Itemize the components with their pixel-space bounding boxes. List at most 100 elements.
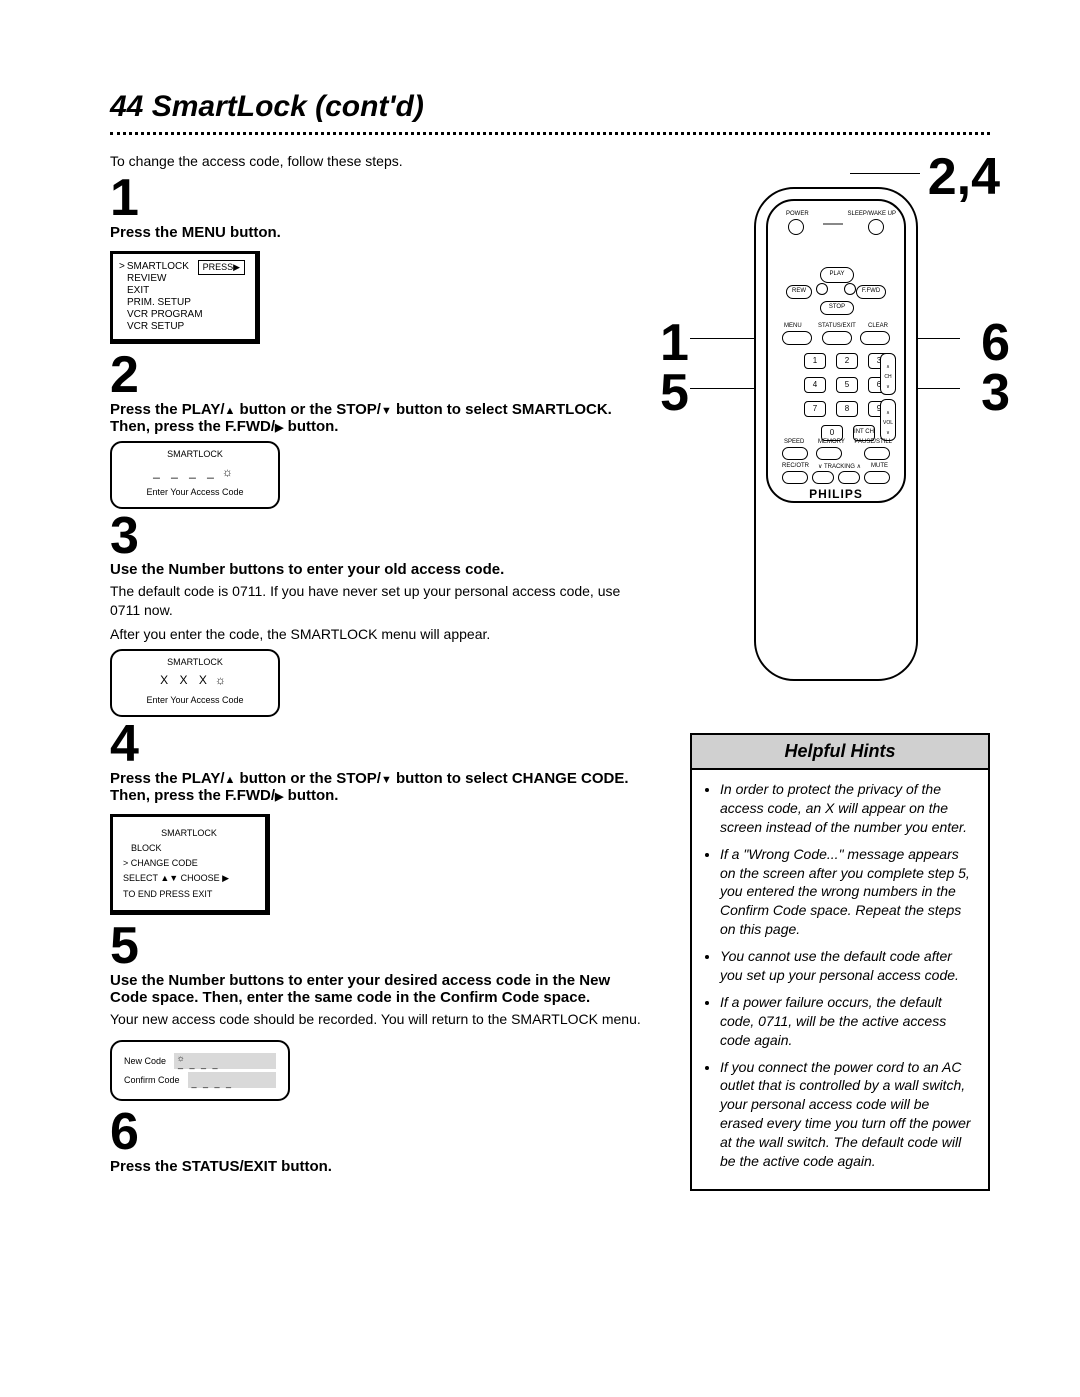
step3-body1: The default code is 0711. If you have ne… — [110, 582, 650, 618]
page-title: 44 SmartLock (cont'd) — [110, 90, 990, 124]
step2-number: 2 — [110, 352, 650, 399]
speed-button[interactable] — [782, 447, 808, 460]
remote-control-icon: POWER SLEEP/WAKE UP PLAY REW F.FWD STOP — [754, 187, 914, 677]
hint-item: You cannot use the default code after yo… — [720, 947, 974, 985]
step3-body2: After you enter the code, the SMARTLOCK … — [110, 625, 650, 643]
step1-menu-screenshot: PRESS▶ SMARTLOCK REVIEW EXIT PRIM. SETUP… — [110, 251, 260, 344]
key-5[interactable]: 5 — [836, 377, 858, 393]
mute-button[interactable] — [864, 471, 890, 484]
tracking-label: ∨ TRACKING ∧ — [818, 463, 861, 470]
step5-bold: Use the Number buttons to enter your des… — [110, 972, 650, 1006]
menu-title: SMARTLOCK — [123, 828, 255, 838]
step1-number: 1 — [110, 175, 650, 222]
callout-2-4: 2,4 — [928, 147, 1000, 207]
ffwd-button[interactable]: F.FWD — [856, 285, 886, 299]
menu-item: PRIM. SETUP — [121, 297, 247, 308]
helpful-hints-box: Helpful Hints In order to protect the pr… — [690, 733, 990, 1191]
sleep-button[interactable] — [868, 219, 884, 235]
up-arrow-icon — [225, 401, 236, 418]
step3-tv-screenshot: SMARTLOCK X X X Enter Your Access Code — [110, 649, 280, 717]
brand-logo: PHILIPS — [768, 487, 904, 501]
confirmcode-label: Confirm Code — [124, 1075, 180, 1085]
confirmcode-field — [188, 1072, 276, 1088]
ch-rocker[interactable]: ∧CH∨ — [880, 353, 896, 395]
step6-bold: Press the STATUS/EXIT button. — [110, 1158, 650, 1175]
status-exit-button[interactable] — [822, 331, 852, 345]
step5-number: 5 — [110, 923, 650, 970]
menu-item: EXIT — [121, 285, 247, 296]
cursor-icon: _ _ _ _ — [116, 465, 274, 479]
pause-button[interactable] — [864, 447, 890, 460]
step6-number: 6 — [110, 1109, 650, 1156]
transport-center-right[interactable] — [844, 283, 856, 295]
step4-menu-screenshot: SMARTLOCK BLOCK > CHANGE CODE SELECT ▲▼ … — [110, 814, 270, 915]
status-label: STATUS/EXIT — [818, 323, 856, 329]
tv-xxx: X X X — [116, 673, 274, 687]
key-8[interactable]: 8 — [836, 401, 858, 417]
ir-window — [823, 223, 843, 225]
page-number: 44 — [110, 90, 143, 123]
pause-label: PAUSE/STILL — [854, 439, 892, 445]
memory-button[interactable] — [816, 447, 842, 460]
step3-bold: Use the Number buttons to enter your old… — [110, 561, 650, 578]
menu-button[interactable] — [782, 331, 812, 345]
menu-item: VCR SETUP — [121, 321, 247, 332]
hint-item: In order to protect the privacy of the a… — [720, 780, 974, 837]
stop-button[interactable]: STOP — [820, 301, 854, 315]
press-indicator: PRESS▶ — [198, 260, 245, 275]
hints-title: Helpful Hints — [692, 735, 988, 770]
rew-button[interactable]: REW — [786, 285, 812, 299]
leader-line — [850, 173, 920, 174]
recotr-button[interactable] — [782, 471, 808, 484]
intro-text: To change the access code, follow these … — [110, 153, 650, 169]
recotr-label: REC/OTR — [782, 463, 809, 469]
step2-bold: Press the PLAY/ button or the STOP/ butt… — [110, 401, 650, 435]
up-arrow-icon — [225, 770, 236, 787]
mute-label: MUTE — [871, 463, 888, 469]
instructions-column: To change the access code, follow these … — [110, 153, 650, 1179]
clear-label: CLEAR — [868, 323, 888, 329]
menu-item: BLOCK — [123, 843, 255, 853]
step2-tv-screenshot: SMARTLOCK _ _ _ _ Enter Your Access Code — [110, 441, 280, 509]
step3-number: 3 — [110, 513, 650, 560]
key-4[interactable]: 4 — [804, 377, 826, 393]
right-column: 2,4 1 6 5 3 POWER SLEEP/WAKE UP — [690, 153, 990, 1191]
tv-title: SMARTLOCK — [116, 657, 274, 667]
step5-body: Your new access code should be recorded.… — [110, 1010, 650, 1028]
key-7[interactable]: 7 — [804, 401, 826, 417]
memory-label: MEMORY — [818, 439, 845, 445]
step5-codebox: New Code ☼ Confirm Code — [110, 1040, 290, 1101]
sleep-label: SLEEP/WAKE UP — [848, 211, 896, 217]
speed-label: SPEED — [784, 439, 804, 445]
newcode-label: New Code — [124, 1056, 166, 1066]
clear-button[interactable] — [860, 331, 890, 345]
title-divider — [110, 132, 990, 135]
tv-title: SMARTLOCK — [116, 449, 274, 459]
hint-item: If a power failure occurs, the default c… — [720, 993, 974, 1050]
callout-5: 5 — [660, 363, 689, 423]
menu-item: VCR PROGRAM — [121, 309, 247, 320]
key-2[interactable]: 2 — [836, 353, 858, 369]
menu-hint: TO END PRESS EXIT — [123, 889, 255, 899]
callout-3: 3 — [981, 363, 1010, 423]
number-keypad: 1 2 3 4 5 6 7 — [804, 353, 892, 449]
tv-prompt: Enter Your Access Code — [116, 487, 274, 497]
page-title-text: SmartLock (cont'd) — [152, 90, 424, 123]
tv-prompt: Enter Your Access Code — [116, 695, 274, 705]
down-arrow-icon — [381, 770, 392, 787]
transport-center-left[interactable] — [816, 283, 828, 295]
menu-label: MENU — [784, 323, 802, 329]
remote-diagram: 2,4 1 6 5 3 POWER SLEEP/WAKE UP — [690, 153, 990, 713]
vol-rocker[interactable]: ∧VOL∨ — [880, 399, 896, 441]
step4-bold: Press the PLAY/ button or the STOP/ butt… — [110, 770, 650, 804]
tracking-down-button[interactable] — [812, 471, 834, 484]
key-1[interactable]: 1 — [804, 353, 826, 369]
down-arrow-icon — [381, 401, 392, 418]
menu-item: > CHANGE CODE — [123, 858, 255, 868]
power-button[interactable] — [788, 219, 804, 235]
tracking-up-button[interactable] — [838, 471, 860, 484]
play-button[interactable]: PLAY — [820, 267, 854, 283]
hints-body: In order to protect the privacy of the a… — [692, 770, 988, 1189]
hint-item: If a "Wrong Code..." message appears on … — [720, 845, 974, 939]
menu-hint: SELECT ▲▼ CHOOSE ▶ — [123, 873, 255, 884]
